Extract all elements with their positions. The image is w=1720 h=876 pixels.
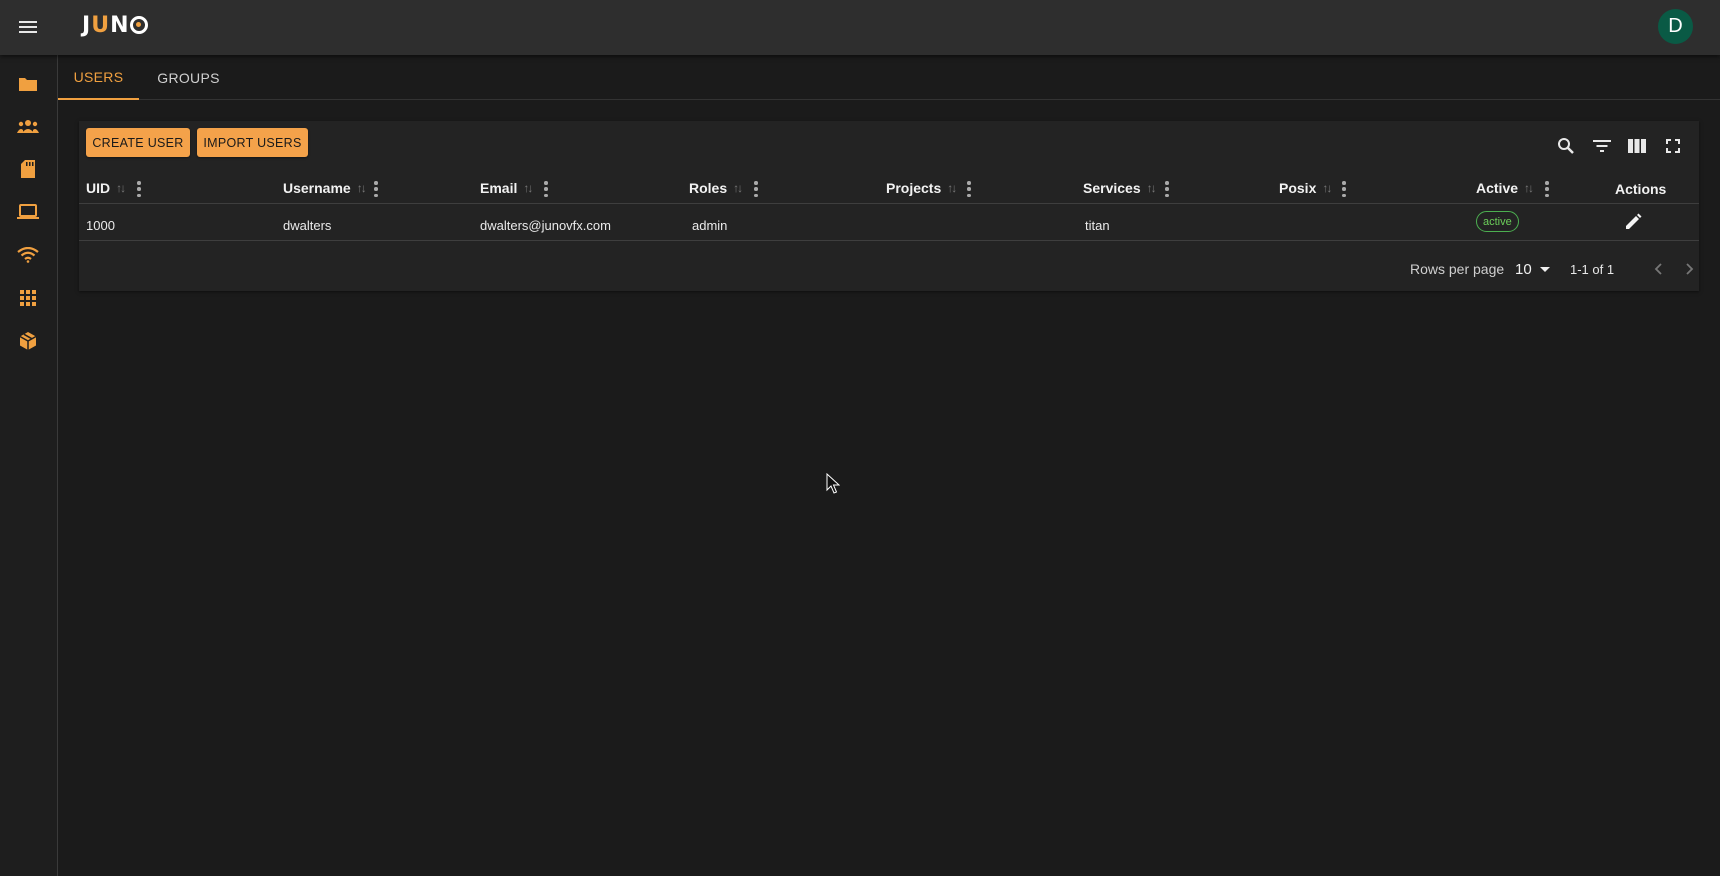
wifi-icon[interactable] <box>16 243 40 267</box>
column-menu-icon[interactable] <box>1164 181 1170 197</box>
sort-icon[interactable]: ↑↓ <box>116 181 126 195</box>
filter-icon[interactable] <box>1590 134 1614 158</box>
column-label: Projects <box>886 180 942 196</box>
column-header-actions: Actions <box>1615 177 1666 201</box>
row-divider <box>79 240 1699 241</box>
column-header-roles[interactable]: Roles ↑↓ <box>689 176 743 200</box>
caret-down-icon <box>1539 266 1550 272</box>
sort-icon[interactable]: ↑↓ <box>1524 181 1534 195</box>
cell-username: dwalters <box>283 217 332 233</box>
logo-o-mark <box>130 16 149 34</box>
hamburger-menu-icon[interactable] <box>16 15 40 39</box>
people-icon[interactable] <box>16 114 40 138</box>
column-menu-icon[interactable] <box>543 181 549 197</box>
sd-card-icon[interactable] <box>16 157 40 181</box>
mouse-cursor-icon <box>826 472 841 495</box>
top-app-bar: JUN D <box>0 0 1720 55</box>
cell-services: titan <box>1085 217 1110 233</box>
column-menu-icon[interactable] <box>373 181 379 197</box>
column-header-uid[interactable]: UID ↑↓ <box>86 176 126 200</box>
column-menu-icon[interactable] <box>136 181 142 197</box>
tab-groups[interactable]: GROUPS <box>139 55 238 100</box>
edit-icon[interactable] <box>1621 210 1645 234</box>
column-label: Email <box>480 180 518 196</box>
apps-grid-icon[interactable] <box>16 286 40 310</box>
sort-icon[interactable]: ↑↓ <box>357 181 367 195</box>
column-label: Actions <box>1615 181 1667 197</box>
logo-letter-u: U <box>91 12 111 38</box>
create-user-button[interactable]: CREATE USER <box>86 128 190 157</box>
column-header-email[interactable]: Email ↑↓ <box>480 176 533 200</box>
import-users-button[interactable]: IMPORT USERS <box>197 128 308 157</box>
sort-icon[interactable]: ↑↓ <box>1147 181 1157 195</box>
column-menu-icon[interactable] <box>1544 181 1550 197</box>
users-table-panel: CREATE USER IMPORT USERS UID ↑↓ Username ↑… <box>79 121 1699 291</box>
laptop-icon[interactable] <box>16 200 40 224</box>
rows-per-page-value: 10 <box>1515 260 1532 278</box>
columns-icon[interactable] <box>1625 134 1649 158</box>
column-menu-icon[interactable] <box>1341 181 1347 197</box>
column-menu-icon[interactable] <box>753 181 759 197</box>
rows-per-page-select[interactable]: 10 <box>1515 256 1550 282</box>
search-icon[interactable] <box>1554 134 1578 158</box>
tab-users[interactable]: USERS <box>58 55 139 100</box>
column-menu-icon[interactable] <box>966 181 972 197</box>
user-avatar[interactable]: D <box>1658 9 1693 44</box>
sort-icon[interactable]: ↑↓ <box>733 181 743 195</box>
logo-letter-j: J <box>82 12 92 38</box>
cell-roles: admin <box>692 217 728 233</box>
sort-icon[interactable]: ↑↓ <box>1322 181 1332 195</box>
header-divider <box>79 203 1699 204</box>
folder-icon[interactable] <box>16 72 40 96</box>
cube-icon[interactable] <box>16 329 40 353</box>
tabs-bar: USERS GROUPS <box>58 55 1720 100</box>
pagination-range: 1-1 of 1 <box>1570 261 1615 277</box>
column-header-projects[interactable]: Projects ↑↓ <box>886 176 957 200</box>
chevron-right-icon[interactable] <box>1677 257 1701 281</box>
column-label: Posix <box>1279 180 1317 196</box>
logo-letter-n: N <box>110 12 130 38</box>
chevron-left-icon[interactable] <box>1647 257 1671 281</box>
fullscreen-icon[interactable] <box>1661 134 1685 158</box>
column-label: Username <box>283 180 351 196</box>
cell-email: dwalters@junovfx.com <box>480 217 611 233</box>
column-header-services[interactable]: Services ↑↓ <box>1083 176 1157 200</box>
rows-per-page-label: Rows per page <box>1410 261 1505 277</box>
column-label: Active <box>1476 180 1519 196</box>
column-label: Services <box>1083 180 1141 196</box>
column-header-username[interactable]: Username ↑↓ <box>283 176 367 200</box>
cell-uid: 1000 <box>86 217 115 233</box>
status-badge: active <box>1476 211 1519 232</box>
sidebar <box>0 55 58 876</box>
juno-logo[interactable]: JUN <box>82 12 149 38</box>
sort-icon[interactable]: ↑↓ <box>523 181 533 195</box>
column-header-active[interactable]: Active ↑↓ <box>1476 176 1534 200</box>
column-label: UID <box>86 180 111 196</box>
sort-icon[interactable]: ↑↓ <box>947 181 957 195</box>
column-label: Roles <box>689 180 728 196</box>
column-header-posix[interactable]: Posix ↑↓ <box>1279 176 1332 200</box>
